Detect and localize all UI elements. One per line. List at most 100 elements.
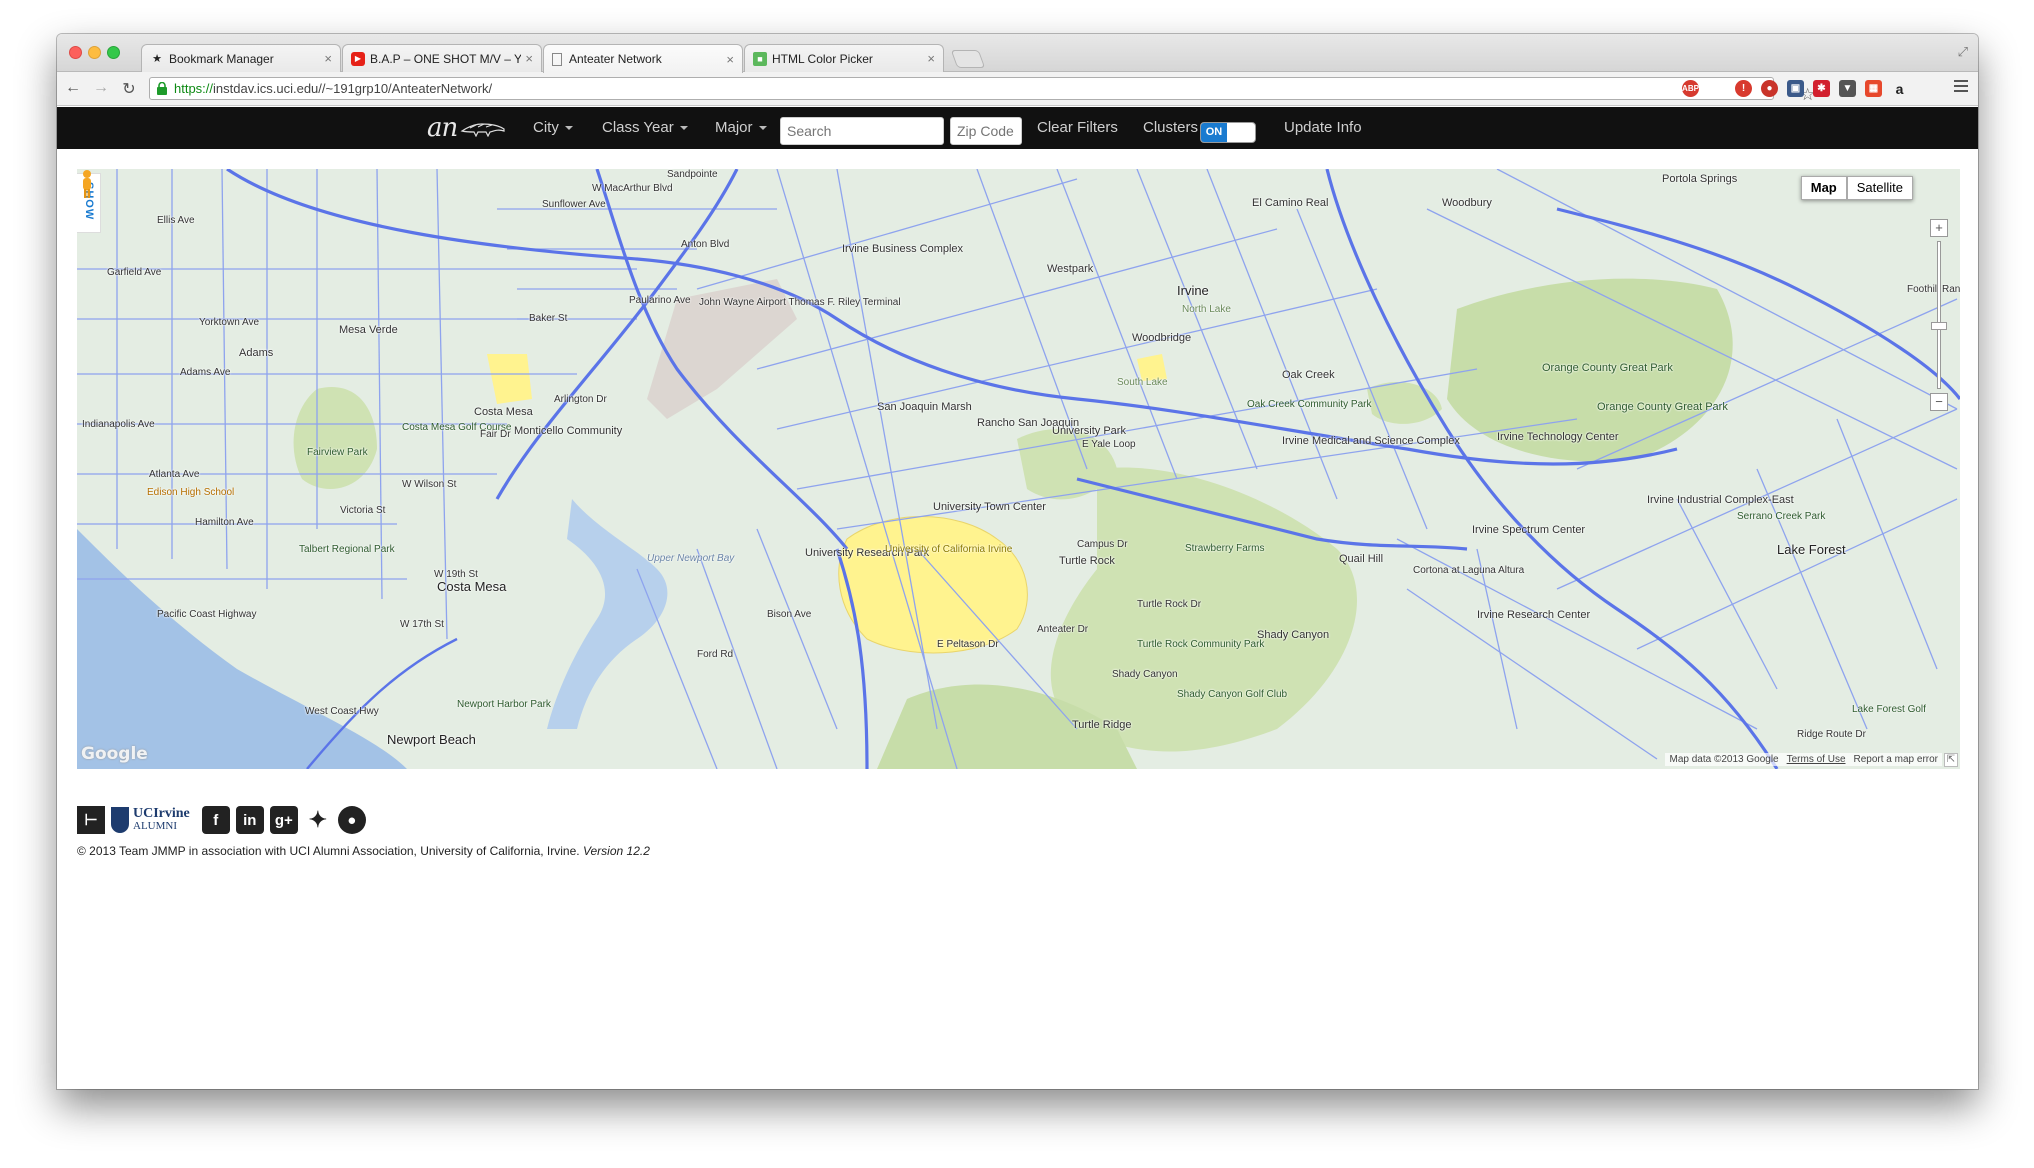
linkedin-icon[interactable]: in: [235, 806, 264, 834]
label-lake-forest-golf: Lake Forest Golf: [1852, 704, 1926, 715]
label-irvine-business-complex: Irvine Business Complex: [842, 243, 964, 255]
facebook-icon[interactable]: f: [201, 806, 230, 834]
class-year-dropdown[interactable]: Class Year: [602, 107, 688, 149]
update-info-button[interactable]: Update Info: [1284, 107, 1362, 149]
label-indianapolis-ave: Indianapolis Ave: [82, 419, 155, 430]
label-turtle-rock: Turtle Rock: [1059, 555, 1115, 567]
chrome-menu-icon[interactable]: [1954, 80, 1968, 94]
label-bison-ave: Bison Ave: [767, 609, 812, 620]
label-cortona: Cortona at Laguna Altura: [1413, 565, 1525, 576]
terms-of-use-link[interactable]: Terms of Use: [1787, 754, 1846, 765]
anteater-icon: [460, 123, 505, 137]
lastpass-icon[interactable]: !: [1735, 80, 1752, 97]
zoom-out-button[interactable]: −: [1930, 393, 1948, 411]
tab-close-icon[interactable]: ×: [324, 51, 332, 66]
map-type-satellite-button[interactable]: Satellite: [1846, 176, 1913, 200]
grid-extension-icon[interactable]: ▦: [1865, 80, 1882, 97]
map-graphics: [77, 169, 1960, 769]
new-tab-button[interactable]: [950, 50, 986, 68]
major-dropdown[interactable]: Major: [715, 107, 767, 149]
label-irvine: Irvine: [1177, 283, 1209, 298]
label-upper-newport-bay: Upper Newport Bay: [647, 553, 735, 564]
label-paularino-ave: Paularino Ave: [629, 295, 691, 306]
tab-bookmark-manager[interactable]: ★ Bookmark Manager ×: [141, 44, 341, 72]
map-canvas[interactable]: Sandpointe W MacArthur Blvd El Camino Re…: [77, 169, 1960, 769]
clear-filters-button[interactable]: Clear Filters: [1037, 107, 1118, 149]
report-map-error-link[interactable]: Report a map error: [1854, 754, 1938, 765]
caret-down-icon: [758, 126, 767, 131]
anteater-network-logo[interactable]: an: [427, 113, 506, 143]
tab-html-color-picker[interactable]: ■ HTML Color Picker ×: [744, 44, 944, 72]
label-woodbury: Woodbury: [1442, 197, 1492, 209]
title-bar: ★ Bookmark Manager × ▶ B.A.P – ONE SHOT …: [57, 34, 1978, 73]
expand-map-icon[interactable]: ⇱: [1944, 753, 1958, 767]
zip-code-input[interactable]: [950, 117, 1022, 145]
caret-down-icon: [564, 126, 573, 131]
fullscreen-icon[interactable]: ⤢: [1958, 44, 1968, 60]
map-type-map-button[interactable]: Map: [1800, 176, 1847, 200]
label-w-wilson-st: W Wilson St: [402, 479, 457, 490]
street-view-pegman-icon[interactable]: [77, 169, 97, 199]
label-talbert-park: Talbert Regional Park: [299, 544, 395, 555]
label-anteater-dr: Anteater Dr: [1037, 624, 1089, 635]
youtube-icon: ▶: [351, 51, 365, 66]
adblock-icon[interactable]: ABP: [1682, 80, 1699, 97]
forward-icon[interactable]: →: [91, 79, 111, 97]
label-costa-mesa: Costa Mesa: [437, 579, 507, 594]
tab-close-icon[interactable]: ×: [927, 51, 935, 66]
zoom-in-button[interactable]: +: [1930, 219, 1948, 237]
search-input[interactable]: [780, 117, 944, 145]
asterisk-extension-icon[interactable]: ✱: [1813, 80, 1830, 97]
photo-extension-icon[interactable]: ▣: [1787, 80, 1804, 97]
tab-close-icon[interactable]: ×: [525, 51, 533, 66]
label-ridge-route: Ridge Route Dr: [1797, 729, 1866, 740]
uci-shield-icon: [111, 807, 129, 833]
label-campus-dr: Campus Dr: [1077, 539, 1128, 550]
city-dropdown[interactable]: City: [533, 107, 573, 149]
github-icon[interactable]: ●: [337, 806, 366, 834]
copyright-text: © 2013 Team JMMP in association with UCI…: [77, 844, 650, 858]
back-icon[interactable]: ←: [63, 79, 83, 97]
label-e-yale-loop: E Yale Loop: [1082, 439, 1136, 450]
label-shady-canyon-dr: Shady Canyon: [1112, 669, 1178, 680]
address-bar[interactable]: https://instdav.ics.uci.edu//~191grp10/A…: [149, 77, 1815, 104]
label-university-town-center: University Town Center: [933, 501, 1046, 513]
tab-youtube[interactable]: ▶ B.A.P – ONE SHOT M/V – Yo ×: [342, 44, 542, 72]
label-costa-mesa-small: Costa Mesa: [474, 406, 533, 418]
uci-alumni-logo[interactable]: UCIrvine ALUMNI: [111, 807, 190, 833]
label-portola-springs: Portola Springs: [1662, 173, 1738, 185]
zoom-slider-track[interactable]: [1931, 241, 1947, 389]
star-icon: ★: [152, 53, 162, 65]
colorpicker-icon: ■: [753, 51, 767, 66]
label-atlanta-ave: Atlanta Ave: [149, 469, 200, 480]
minimize-window-button[interactable]: [88, 46, 101, 59]
clusters-toggle[interactable]: ON: [1200, 122, 1256, 143]
lock-icon: [157, 82, 167, 95]
pocket-icon[interactable]: ▼: [1839, 80, 1856, 97]
tab-close-icon[interactable]: ×: [726, 52, 734, 67]
label-baker-st: Baker St: [529, 313, 568, 324]
label-irvine-spectrum: Irvine Spectrum Center: [1472, 524, 1586, 536]
label-uci: University of California Irvine: [885, 544, 1013, 555]
clusters-label: Clusters: [1143, 119, 1199, 136]
google-logo[interactable]: Google: [81, 744, 148, 764]
google-plus-icon[interactable]: g+: [269, 806, 298, 834]
label-ellis-ave: Ellis Ave: [157, 215, 195, 226]
tab-anteater-network[interactable]: Anteater Network ×: [543, 44, 743, 73]
reload-icon[interactable]: ↻: [119, 79, 139, 99]
ocean: [77, 529, 407, 769]
label-san-joaquin-marsh: San Joaquin Marsh: [877, 401, 972, 413]
label-fairview-park: Fairview Park: [307, 447, 368, 458]
close-window-button[interactable]: [69, 46, 82, 59]
team-logo-icon[interactable]: ⊢: [77, 806, 105, 834]
label-monticello: Monticello Community: [514, 425, 623, 437]
zoom-slider-handle[interactable]: [1931, 322, 1947, 330]
map-type-control: Map Satellite: [1800, 176, 1913, 200]
label-victoria-st: Victoria St: [340, 505, 386, 516]
twitter-icon[interactable]: ✦: [304, 806, 332, 834]
costa-mesa-yellow: [487, 354, 532, 404]
stop-icon[interactable]: ●: [1761, 80, 1778, 97]
maximize-window-button[interactable]: [107, 46, 120, 59]
amazon-icon[interactable]: a: [1891, 80, 1908, 97]
label-lake-forest: Lake Forest: [1777, 542, 1846, 557]
